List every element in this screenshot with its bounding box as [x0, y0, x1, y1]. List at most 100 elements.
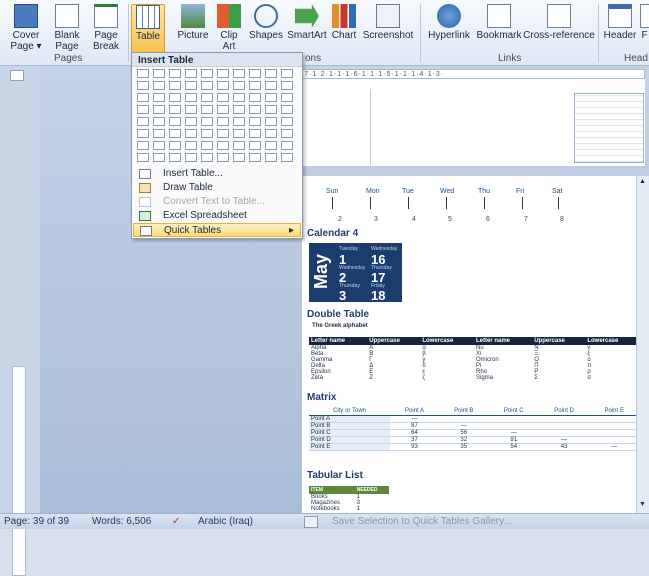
grid-cell[interactable]	[153, 69, 165, 78]
proofing-icon[interactable]: ✓	[172, 514, 180, 529]
hyperlink-button[interactable]: Hyperlink	[424, 4, 474, 54]
header-button[interactable]: Header	[602, 4, 638, 54]
grid-cell[interactable]	[281, 81, 293, 90]
grid-cell[interactable]	[185, 117, 197, 126]
grid-cell[interactable]	[137, 69, 149, 78]
grid-cell[interactable]	[169, 69, 181, 78]
tab-selector[interactable]	[10, 70, 24, 81]
grid-cell[interactable]	[249, 93, 261, 102]
grid-cell[interactable]	[153, 81, 165, 90]
menu-item-excel-spreadsheet[interactable]: Excel Spreadsheet	[133, 209, 301, 223]
menu-item-draw-table[interactable]: Draw Table	[133, 181, 301, 195]
grid-cell[interactable]	[249, 69, 261, 78]
grid-cell[interactable]	[217, 105, 229, 114]
grid-cell[interactable]	[137, 105, 149, 114]
tabular-list-preview[interactable]: ITEM NEEDED Books 1 Magazines 3 Notebooks 1	[309, 486, 389, 512]
shapes-button[interactable]: Shapes	[248, 4, 284, 54]
page-break-button[interactable]: Page Break	[88, 4, 124, 54]
grid-cell[interactable]	[265, 93, 277, 102]
grid-cell[interactable]	[153, 141, 165, 150]
grid-cell[interactable]	[201, 117, 213, 126]
word-count[interactable]: Words: 6,506	[92, 514, 151, 529]
grid-cell[interactable]	[201, 153, 213, 162]
grid-cell[interactable]	[153, 129, 165, 138]
grid-cell[interactable]	[169, 81, 181, 90]
grid-cell[interactable]	[265, 81, 277, 90]
grid-cell[interactable]	[185, 129, 197, 138]
grid-cell[interactable]	[169, 129, 181, 138]
scroll-up-icon[interactable]: ▲	[639, 178, 647, 186]
page-count[interactable]: Page: 39 of 39	[4, 514, 69, 529]
grid-cell[interactable]	[249, 81, 261, 90]
menu-item-quick-tables[interactable]: Quick Tables ▸	[133, 223, 301, 237]
grid-cell[interactable]	[249, 105, 261, 114]
grid-cell[interactable]	[217, 93, 229, 102]
scroll-down-icon[interactable]: ▼	[639, 501, 647, 509]
grid-cell[interactable]	[265, 129, 277, 138]
chart-button[interactable]: Chart	[330, 4, 358, 54]
grid-cell[interactable]	[281, 117, 293, 126]
footer-button[interactable]: F	[640, 4, 649, 54]
bookmark-button[interactable]: Bookmark	[476, 4, 522, 54]
grid-cell[interactable]	[249, 153, 261, 162]
grid-cell[interactable]	[233, 153, 245, 162]
calendar4-preview[interactable]: May Tuesday 1 Wednesday 16 Wednesday 2 T…	[309, 243, 402, 303]
table-button[interactable]: Table	[131, 4, 165, 54]
grid-cell[interactable]	[265, 117, 277, 126]
grid-cell[interactable]	[185, 69, 197, 78]
picture-button[interactable]: Picture	[174, 4, 212, 54]
grid-cell[interactable]	[185, 153, 197, 162]
table-size-grid[interactable]	[137, 69, 297, 165]
cross-reference-button[interactable]: Cross-reference	[523, 4, 595, 54]
grid-cell[interactable]	[233, 105, 245, 114]
grid-cell[interactable]	[265, 105, 277, 114]
menu-item-insert-table[interactable]: Insert Table...	[133, 167, 301, 181]
grid-cell[interactable]	[185, 93, 197, 102]
grid-cell[interactable]	[281, 141, 293, 150]
grid-cell[interactable]	[265, 69, 277, 78]
grid-cell[interactable]	[281, 93, 293, 102]
grid-cell[interactable]	[233, 93, 245, 102]
grid-cell[interactable]	[217, 81, 229, 90]
grid-cell[interactable]	[169, 105, 181, 114]
grid-cell[interactable]	[233, 141, 245, 150]
grid-cell[interactable]	[137, 93, 149, 102]
grid-cell[interactable]	[281, 69, 293, 78]
grid-cell[interactable]	[137, 81, 149, 90]
smartart-button[interactable]: SmartArt	[286, 4, 328, 54]
grid-cell[interactable]	[137, 153, 149, 162]
grid-cell[interactable]	[185, 105, 197, 114]
grid-cell[interactable]	[153, 93, 165, 102]
grid-cell[interactable]	[265, 141, 277, 150]
grid-cell[interactable]	[201, 141, 213, 150]
grid-cell[interactable]	[233, 117, 245, 126]
grid-cell[interactable]	[233, 69, 245, 78]
grid-cell[interactable]	[137, 129, 149, 138]
blank-page-button[interactable]: Blank Page	[48, 4, 86, 54]
gallery-scrollbar[interactable]: ▲ ▼	[636, 176, 649, 513]
matrix-preview[interactable]: City or Town Point A Point B Point C Point D…	[309, 407, 639, 451]
grid-cell[interactable]	[217, 69, 229, 78]
grid-cell[interactable]	[185, 81, 197, 90]
grid-cell[interactable]	[185, 141, 197, 150]
grid-cell[interactable]	[233, 129, 245, 138]
screenshot-button[interactable]: Screenshot	[362, 4, 414, 54]
grid-cell[interactable]	[249, 141, 261, 150]
double-table-preview[interactable]: Letter name Uppercase Lowercase Letter name…	[309, 337, 639, 381]
grid-cell[interactable]	[265, 153, 277, 162]
grid-cell[interactable]	[249, 117, 261, 126]
grid-cell[interactable]	[217, 153, 229, 162]
clip-art-button[interactable]: Clip Art	[214, 4, 244, 54]
grid-cell[interactable]	[281, 105, 293, 114]
grid-cell[interactable]	[249, 129, 261, 138]
language[interactable]: Arabic (Iraq)	[198, 514, 253, 529]
grid-cell[interactable]	[201, 105, 213, 114]
grid-cell[interactable]	[137, 141, 149, 150]
grid-cell[interactable]	[201, 69, 213, 78]
grid-cell[interactable]	[201, 81, 213, 90]
grid-cell[interactable]	[201, 129, 213, 138]
grid-cell[interactable]	[281, 153, 293, 162]
grid-cell[interactable]	[153, 153, 165, 162]
grid-cell[interactable]	[217, 117, 229, 126]
grid-cell[interactable]	[201, 93, 213, 102]
